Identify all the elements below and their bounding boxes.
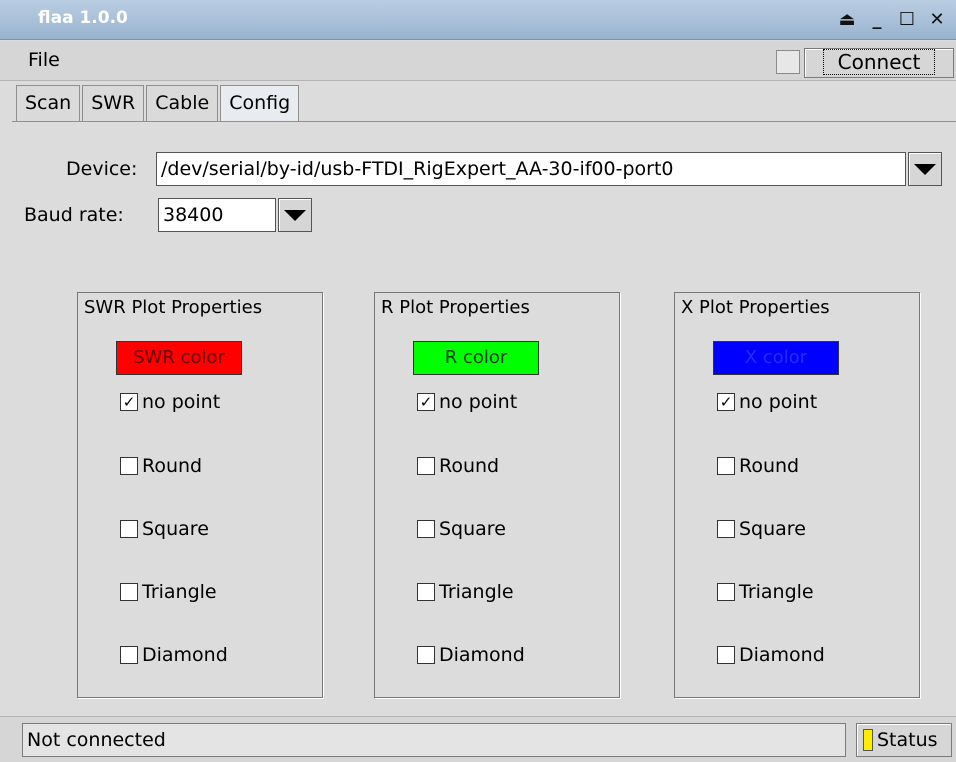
point-style-option[interactable]: Diamond: [417, 644, 525, 666]
checkbox-icon[interactable]: [417, 520, 435, 538]
option-label: Triangle: [739, 581, 814, 603]
plot-properties-group: SWR Plot Properties SWR color ✓ no point Rou…: [77, 292, 323, 698]
status-led-icon: [863, 729, 873, 751]
option-label: Round: [142, 455, 203, 477]
checkbox-icon[interactable]: [120, 646, 138, 664]
window-title: flaa 1.0.0: [38, 8, 128, 28]
tab-swr[interactable]: SWR: [82, 85, 145, 121]
checkbox-checked-icon[interactable]: ✓: [120, 393, 138, 411]
menu-file[interactable]: File: [28, 49, 60, 71]
chevron-down-icon: [914, 163, 936, 175]
point-style-option[interactable]: Square: [120, 518, 209, 540]
option-label: Diamond: [439, 644, 525, 666]
checkbox-icon[interactable]: [417, 646, 435, 664]
title-bar: flaa 1.0.0 ⏏ _ ☐ ✕: [0, 0, 956, 40]
option-label: Square: [439, 518, 506, 540]
option-label: Round: [439, 455, 500, 477]
option-label: Diamond: [142, 644, 228, 666]
checkbox-icon[interactable]: [717, 646, 735, 664]
baud-rate-input[interactable]: 38400: [158, 198, 276, 232]
checkbox-icon[interactable]: [120, 520, 138, 538]
point-style-option[interactable]: Triangle: [717, 581, 814, 603]
chevron-down-icon: [284, 209, 306, 221]
option-label: no point: [439, 391, 518, 413]
point-style-option[interactable]: ✓ no point: [417, 391, 517, 413]
connect-checkbox[interactable]: [776, 50, 800, 74]
point-style-option[interactable]: Diamond: [120, 644, 228, 666]
checkbox-checked-icon[interactable]: ✓: [717, 393, 735, 411]
option-label: Square: [142, 518, 209, 540]
option-label: no point: [739, 391, 818, 413]
checkbox-icon[interactable]: [717, 457, 735, 475]
color-button[interactable]: R color: [413, 341, 539, 375]
tab-cable[interactable]: Cable: [146, 85, 219, 121]
point-style-option[interactable]: Round: [417, 455, 499, 477]
point-style-option[interactable]: Triangle: [417, 581, 514, 603]
baud-rate-label: Baud rate:: [24, 204, 124, 226]
group-title: X Plot Properties: [681, 297, 830, 318]
device-label: Device:: [66, 158, 138, 180]
checkbox-icon[interactable]: [717, 520, 735, 538]
checkbox-icon[interactable]: [120, 583, 138, 601]
status-text: Not connected: [22, 723, 846, 757]
point-style-option[interactable]: Square: [717, 518, 806, 540]
shade-icon[interactable]: ⏏: [836, 6, 858, 32]
option-label: Triangle: [142, 581, 217, 603]
status-bar: Not connected Status: [0, 716, 956, 762]
plot-properties-group: R Plot Properties R color ✓ no point Round Sq…: [374, 292, 620, 698]
device-input[interactable]: /dev/serial/by-id/usb-FTDI_RigExpert_AA-…: [156, 152, 906, 186]
point-style-option[interactable]: Diamond: [717, 644, 825, 666]
close-icon[interactable]: ✕: [926, 6, 948, 32]
tab-bar: Scan SWR Cable Config: [16, 85, 301, 121]
plot-properties-group: X Plot Properties X color ✓ no point Round Sq…: [674, 292, 920, 698]
group-title: R Plot Properties: [381, 297, 530, 318]
point-style-option[interactable]: ✓ no point: [717, 391, 817, 413]
point-style-option[interactable]: Round: [120, 455, 202, 477]
tab-scan[interactable]: Scan: [16, 85, 81, 121]
point-style-option[interactable]: Square: [417, 518, 506, 540]
status-button-label: Status: [877, 729, 938, 751]
point-style-option[interactable]: Triangle: [120, 581, 217, 603]
option-label: Triangle: [439, 581, 514, 603]
status-button[interactable]: Status: [856, 723, 952, 757]
point-style-option[interactable]: Round: [717, 455, 799, 477]
option-label: Diamond: [739, 644, 825, 666]
minimize-icon[interactable]: _: [866, 6, 888, 32]
tab-config[interactable]: Config: [220, 85, 300, 121]
device-dropdown-button[interactable]: [908, 152, 942, 186]
color-button[interactable]: X color: [713, 341, 839, 375]
checkbox-icon[interactable]: [717, 583, 735, 601]
maximize-icon[interactable]: ☐: [896, 6, 918, 32]
option-label: Square: [739, 518, 806, 540]
checkbox-checked-icon[interactable]: ✓: [417, 393, 435, 411]
checkbox-icon[interactable]: [120, 457, 138, 475]
connect-button-label: Connect: [822, 49, 936, 75]
group-title: SWR Plot Properties: [84, 297, 263, 318]
connect-button[interactable]: Connect: [804, 48, 954, 78]
option-label: no point: [142, 391, 221, 413]
checkbox-icon[interactable]: [417, 457, 435, 475]
baud-rate-dropdown-button[interactable]: [278, 198, 312, 232]
point-style-option[interactable]: ✓ no point: [120, 391, 220, 413]
option-label: Round: [739, 455, 800, 477]
color-button[interactable]: SWR color: [116, 341, 242, 375]
checkbox-icon[interactable]: [417, 583, 435, 601]
